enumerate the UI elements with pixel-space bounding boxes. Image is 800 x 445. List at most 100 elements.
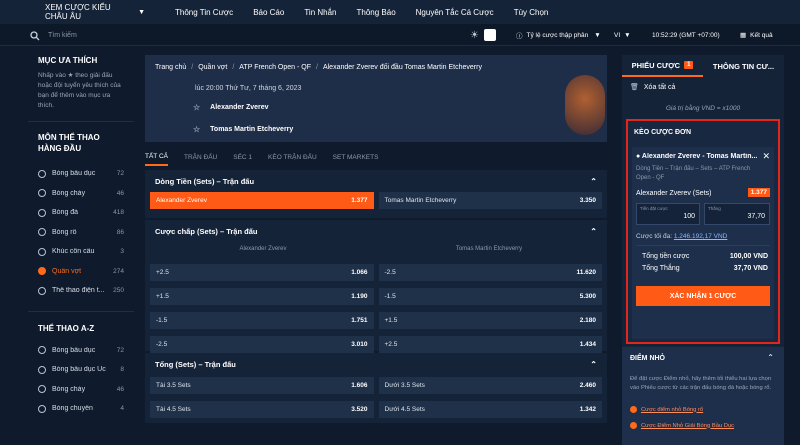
odds-button[interactable]: -2.5 3.010: [150, 336, 374, 353]
teaser-text: Để đặt cược Điểm nhỏ, hãy thêm tối thiểu…: [630, 376, 772, 391]
odds-value: 2.180: [579, 317, 596, 324]
results-link[interactable]: ▦ Kết quả: [740, 24, 773, 46]
sidebar-item-ice-hockey[interactable]: Khúc côn cầu 3: [28, 242, 134, 262]
soccer-icon: [38, 208, 46, 217]
clear-all-button[interactable]: 🗑 Xóa tất cả: [630, 83, 675, 92]
tab-bet-info[interactable]: THÔNG TIN CƯ...: [703, 55, 784, 77]
column-headers: Alexander Zverev Tomas Martin Etcheverry: [145, 242, 607, 256]
sidebar-item-baseball-az[interactable]: Bóng chày 46: [28, 380, 134, 400]
tab-label: THÔNG TIN CƯ...: [712, 61, 775, 71]
sidebar-item-baseball[interactable]: Bóng chày 46: [28, 184, 134, 204]
team-1-name: Alexander Zverev: [210, 104, 269, 111]
selection-label: Tomas Martin Etcheverry: [384, 197, 457, 204]
nav-messages[interactable]: Tin Nhắn: [304, 8, 336, 17]
sport-count: 418: [113, 209, 124, 217]
star-icon[interactable]: ☆: [193, 125, 200, 134]
confirm-bet-button[interactable]: XÁC NHẬN 1 CƯỢC: [636, 286, 770, 306]
section-title: Dòng Tiền (Sets) – Trận đấu: [155, 176, 255, 186]
odds-button[interactable]: +2.5 1.434: [378, 336, 602, 353]
column-header: Alexander Zverev: [239, 246, 287, 252]
tab-label: PHIẾU CƯỢC: [631, 60, 681, 70]
nav-betting-rules[interactable]: Nguyên Tắc Cá Cược: [416, 8, 494, 17]
teaser-link-football[interactable]: Cược Điểm Nhỏ Giải Bóng Bầu Dục: [630, 422, 734, 429]
star-icon[interactable]: ☆: [193, 103, 200, 112]
football-icon: [38, 346, 46, 355]
odds-region-dropdown[interactable]: XEM CƯỢC KIỂU CHÂU ÂU ▼: [0, 0, 145, 24]
odds-button[interactable]: Tài 3.5 Sets 1.606: [150, 377, 374, 394]
section-header[interactable]: Cược chấp (Sets) – Trận đấu ⌃: [145, 220, 607, 242]
language-dropdown[interactable]: VI ▼: [614, 24, 631, 46]
total-label: Tài 4.5 Sets: [156, 406, 191, 413]
tab-bet-slip[interactable]: PHIẾU CƯỢC 1: [622, 55, 703, 77]
theme-toggle[interactable]: [484, 29, 496, 41]
basketball-icon: [38, 228, 46, 237]
odds-button[interactable]: Tài 4.5 Sets 3.520: [150, 401, 374, 418]
odds-button[interactable]: -1.5 5.300: [378, 288, 602, 305]
odds-button[interactable]: Dưới 4.5 Sets 1.342: [378, 401, 602, 418]
tab-set-1[interactable]: SÉC 1: [233, 149, 252, 166]
gamepad-icon: [38, 286, 46, 295]
team-2-name: Tomas Martin Etcheverry: [210, 126, 294, 133]
sidebar-item-volleyball[interactable]: Bóng chuyền 4: [28, 399, 134, 419]
handicap-label: +1.5: [156, 293, 169, 300]
odds-button[interactable]: Alexander Zverev 1.377: [150, 192, 374, 209]
tab-set-markets[interactable]: SET MARKETS: [333, 149, 379, 166]
sport-name: Bóng chày: [52, 189, 86, 197]
max-bet-label: Cược tối đa:: [636, 233, 673, 240]
odds-row: Tài 4.5 Sets 3.520 Dưới 4.5 Sets 1.342: [145, 401, 607, 418]
max-bet-value[interactable]: 1.246.192,17 VND: [674, 233, 727, 240]
sidebar-item-tennis[interactable]: Quần vợt 274: [28, 262, 134, 282]
chevron-up-icon[interactable]: ⌃: [767, 353, 774, 362]
stake-label: Tiền đặt cược: [640, 206, 668, 211]
top-sports-title: MÔN THỂ THAO HÀNG ĐẦU: [38, 133, 100, 153]
section-header[interactable]: Dòng Tiền (Sets) – Trận đấu ⌃: [145, 170, 607, 192]
sport-count: 46: [116, 385, 124, 393]
sport-name: Bóng chuyền: [52, 405, 93, 413]
odds-button[interactable]: +1.5 1.190: [150, 288, 374, 305]
stake-input[interactable]: Tiền đặt cược 100: [636, 203, 700, 225]
sport-banner-image: [565, 75, 605, 135]
breadcrumb-tennis[interactable]: Quần vợt: [198, 64, 227, 71]
breadcrumb-separator-icon: /: [316, 64, 318, 71]
close-icon[interactable]: ✕: [762, 151, 770, 162]
sidebar-item-soccer[interactable]: Bóng đá 418: [28, 203, 134, 223]
total-win-value: 37,70 VND: [733, 265, 768, 272]
odds-button[interactable]: -1.5 1.751: [150, 312, 374, 329]
sport-name: Quần vợt: [52, 267, 82, 275]
odds-value: 11.620: [576, 269, 596, 276]
sidebar-item-american-football-az[interactable]: Bóng bầu dục 72: [28, 341, 134, 361]
sidebar-item-aussie-rules[interactable]: Bóng bầu dục Úc 8: [28, 360, 134, 380]
odds-button[interactable]: -2.5 11.620: [378, 264, 602, 281]
calendar-icon: ▦: [740, 32, 747, 39]
tab-all[interactable]: TẤT CẢ: [145, 149, 168, 166]
nav-bet-info[interactable]: Thông Tin Cược: [175, 8, 233, 17]
nav-notifications[interactable]: Thông Báo: [357, 8, 396, 17]
odds-button[interactable]: Tomas Martin Etcheverry 3.350: [378, 192, 602, 209]
left-sidebar: MỤC ƯA THÍCH Nhấp vào ★ theo giải đấu ho…: [28, 46, 134, 423]
search-input[interactable]: Tìm kiếm: [30, 28, 130, 43]
selection-label: Alexander Zverev: [156, 197, 207, 204]
sidebar-item-american-football[interactable]: Bóng bầu dục 72: [28, 164, 134, 184]
tab-match-odds[interactable]: KÈO TRẬN ĐẤU: [268, 149, 317, 166]
breadcrumb-home[interactable]: Trang chủ: [155, 64, 186, 71]
odds-value: 3.350: [579, 197, 596, 204]
handicap-label: +2.5: [384, 341, 398, 348]
tab-match[interactable]: TRẬN ĐẤU: [184, 149, 217, 166]
odds-button[interactable]: +1.5 2.180: [378, 312, 602, 329]
nav-options[interactable]: Tùy Chọn: [514, 8, 549, 17]
odds-button[interactable]: Dưới 3.5 Sets 2.460: [378, 377, 602, 394]
breadcrumb-league[interactable]: ATP French Open - QF: [239, 64, 311, 71]
sport-name: Khúc côn cầu: [52, 248, 95, 256]
nav-reports[interactable]: Báo Cáo: [253, 8, 284, 17]
sidebar-item-basketball[interactable]: Bóng rổ 86: [28, 223, 134, 243]
odds-row: -1.5 1.751 +1.5 2.180: [145, 312, 607, 329]
section-header[interactable]: Tổng (Sets) – Trận đấu ⌃: [145, 353, 607, 375]
teaser-link-label: Cược Điểm Nhỏ Giải Bóng Bầu Dục: [641, 422, 735, 429]
teaser-link-basketball[interactable]: Cược điểm nhỏ Bóng rổ: [630, 406, 703, 413]
odds-format-dropdown[interactable]: ⓘ Tỷ lệ cược thập phân ▼: [516, 24, 601, 46]
teaser-panel: ĐIỂM NHỎ ⌃ Để đặt cược Điểm nhỏ, hãy thê…: [622, 347, 784, 445]
odds-button[interactable]: +2.5 1.066: [150, 264, 374, 281]
sidebar-item-esports[interactable]: Thể thao điện t... 250: [28, 281, 134, 301]
